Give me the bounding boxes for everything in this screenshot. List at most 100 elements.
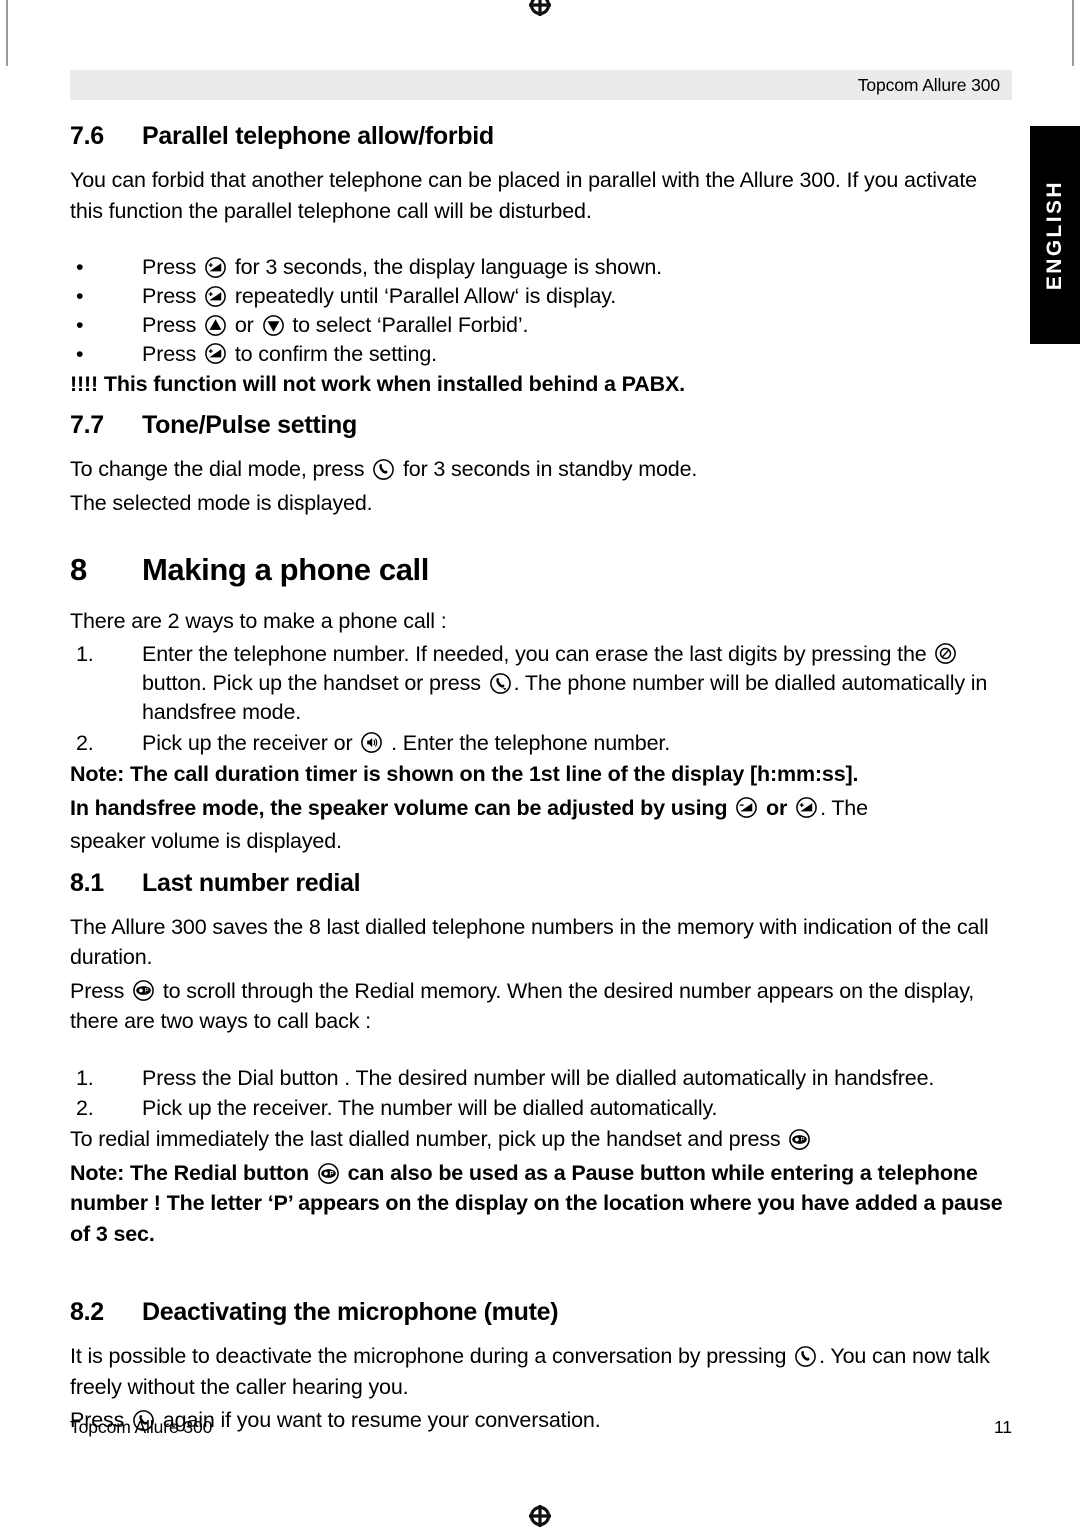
crop-mark-top-right bbox=[1072, 0, 1074, 66]
numbered-list-8-1: 1. Press the Dial button . The desired nu… bbox=[70, 1064, 1012, 1124]
bullet-text-post: to confirm the setting. bbox=[229, 341, 437, 366]
footer-page-number: 11 bbox=[994, 1417, 1012, 1437]
paragraph-8-2-1-pre: It is possible to deactivate the microph… bbox=[70, 1344, 793, 1369]
heading-8-2-number: 8.2 bbox=[70, 1298, 104, 1327]
heading-7-7-title: Tone/Pulse setting bbox=[142, 411, 357, 440]
bullet-text-post: repeatedly until ‘Parallel Allow‘ is dis… bbox=[229, 283, 617, 308]
note-8-line1: Note: The call duration timer is shown o… bbox=[70, 762, 859, 787]
bullet-marker: • bbox=[76, 283, 84, 308]
list-item: • Press or to select ‘Parallel Forbid’. bbox=[70, 311, 1012, 340]
paragraph-8-1-2: Press P to scroll through the Redial mem… bbox=[70, 976, 1012, 1037]
bullet-text-post: for 3 seconds, the display language is s… bbox=[229, 255, 662, 280]
bullet-marker: • bbox=[76, 255, 84, 280]
handset-icon bbox=[794, 1345, 817, 1368]
note-8-1: Note: The Redial button P can also be us… bbox=[70, 1158, 1012, 1250]
language-tab-label: ENGLISH bbox=[1043, 179, 1066, 291]
list-marker: 1. bbox=[76, 1065, 94, 1090]
heading-8: 8 Making a phone call bbox=[70, 552, 1012, 588]
paragraph-8-intro: There are 2 ways to make a phone call : bbox=[70, 609, 447, 634]
heading-8-2-title: Deactivating the microphone (mute) bbox=[142, 1298, 559, 1327]
list-marker: 1. bbox=[76, 641, 94, 666]
paragraph-8-1-1: The Allure 300 saves the 8 last dialled … bbox=[70, 914, 989, 970]
heading-8-1-number: 8.1 bbox=[70, 868, 104, 897]
bullet-text-pre: Press bbox=[142, 341, 203, 366]
heading-7-6: 7.6 Parallel telephone allow/forbid bbox=[70, 122, 1012, 151]
note-8-line3: speaker volume is displayed. bbox=[70, 829, 342, 854]
arrow-down-icon bbox=[262, 314, 285, 337]
erase-icon bbox=[934, 642, 957, 665]
bullet-text-pre: Press bbox=[142, 255, 203, 280]
bullet-marker: • bbox=[76, 312, 84, 337]
list-text-part2: . Enter the telephone number. bbox=[385, 730, 671, 755]
crop-mark-top-left bbox=[6, 0, 8, 66]
paragraph-7-6-intro: You can forbid that another telephone ca… bbox=[70, 168, 977, 223]
numbered-list-8: 1. Enter the telephone number. If needed,… bbox=[70, 640, 1012, 758]
paragraph-8-1-3: To redial immediately the last dialled n… bbox=[70, 1124, 1012, 1155]
note-8-line2-mid: or bbox=[760, 795, 794, 820]
volume-down-icon bbox=[735, 796, 758, 819]
volume-up-icon bbox=[204, 285, 227, 308]
bullet-text-pre: Press bbox=[142, 283, 203, 308]
heading-7-6-title: Parallel telephone allow/forbid bbox=[142, 122, 494, 150]
list-text: Press the Dial button . The desired numb… bbox=[142, 1065, 935, 1090]
heading-7-7-number: 7.7 bbox=[70, 411, 104, 440]
page-content: 7.6 Parallel telephone allow/forbid You … bbox=[70, 110, 1012, 1439]
list-text: Pick up the receiver. The number will be… bbox=[142, 1096, 718, 1121]
bullet-text-post: to select ‘Parallel Forbid’. bbox=[286, 312, 529, 337]
bullet-text-pre: Press bbox=[142, 312, 203, 337]
language-tab: ENGLISH bbox=[1030, 126, 1080, 344]
bullet-text-mid: or bbox=[229, 312, 260, 337]
volume-up-icon bbox=[795, 796, 818, 819]
paragraph-7-7-line1: To change the dial mode, press for 3 sec… bbox=[70, 454, 1012, 485]
header-title: Topcom Allure 300 bbox=[857, 75, 1000, 95]
paragraph-8-1-3-pre: To redial immediately the last dialled n… bbox=[70, 1127, 787, 1152]
list-item: 2. Pick up the receiver. The number will … bbox=[70, 1094, 1012, 1123]
paragraph-8-2-1: It is possible to deactivate the microph… bbox=[70, 1341, 1012, 1402]
heading-8-2: 8.2 Deactivating the microphone (mute) bbox=[70, 1298, 1012, 1327]
svg-text:P: P bbox=[329, 1170, 333, 1177]
page-header-band: Topcom Allure 300 bbox=[70, 70, 1012, 100]
volume-up-icon bbox=[204, 256, 227, 279]
heading-8-number: 8 bbox=[70, 552, 87, 588]
redial-icon: P bbox=[132, 979, 155, 1002]
svg-text:P: P bbox=[145, 988, 149, 995]
paragraph-8-1-2-post: to scroll through the Redial memory. Whe… bbox=[70, 978, 975, 1034]
paragraph-7-7-pre: To change the dial mode, press bbox=[70, 457, 371, 482]
list-item: 1. Enter the telephone number. If needed,… bbox=[70, 640, 1012, 728]
note-8-line2: In handsfree mode, the speaker volume ca… bbox=[70, 793, 1012, 824]
note-8-1-pre: Note: The Redial button bbox=[70, 1160, 315, 1185]
handsfree-icon bbox=[489, 672, 512, 695]
page-footer: Topcom Allure 300 11 bbox=[70, 1417, 1012, 1438]
bullet-marker: • bbox=[76, 341, 84, 366]
list-item: • Press to confirm the setting. bbox=[70, 340, 1012, 369]
list-text-part1: Pick up the receiver or bbox=[142, 730, 359, 755]
list-item: • Press repeatedly until ‘Parallel Allow‘… bbox=[70, 282, 1012, 311]
redial-icon: P bbox=[788, 1128, 811, 1151]
list-text-part1: Enter the telephone number. If needed, y… bbox=[142, 641, 933, 666]
heading-7-6-number: 7.6 bbox=[70, 122, 104, 150]
heading-8-1: 8.1 Last number redial bbox=[70, 869, 1012, 898]
svg-text:P: P bbox=[801, 1137, 805, 1144]
registration-mark-top bbox=[527, 0, 553, 18]
handset-icon bbox=[372, 458, 395, 481]
paragraph-8-1-2-pre: Press bbox=[70, 978, 131, 1003]
volume-up-icon bbox=[204, 342, 227, 365]
footer-product-name: Topcom Allure 300 bbox=[70, 1417, 213, 1437]
note-8-line2-post: . The bbox=[820, 795, 868, 820]
bullet-list-7-6: • Press for 3 seconds, the display langua… bbox=[70, 253, 1012, 369]
list-marker: 2. bbox=[76, 730, 94, 755]
warning-7-6: !!!! This function will not work when in… bbox=[70, 371, 685, 396]
heading-8-title: Making a phone call bbox=[142, 552, 429, 588]
redial-icon: P bbox=[317, 1162, 340, 1185]
paragraph-7-7-post: for 3 seconds in standby mode. bbox=[397, 457, 698, 482]
list-item: 1. Press the Dial button . The desired nu… bbox=[70, 1064, 1012, 1093]
registration-mark-bottom bbox=[527, 1503, 553, 1529]
list-marker: 2. bbox=[76, 1096, 94, 1121]
arrow-up-icon bbox=[204, 314, 227, 337]
paragraph-7-7-line2: The selected mode is displayed. bbox=[70, 490, 373, 515]
heading-8-1-title: Last number redial bbox=[142, 868, 361, 897]
list-item: 2. Pick up the receiver or . Enter the te… bbox=[70, 729, 1012, 758]
list-text-part2: button. Pick up the handset or press bbox=[142, 671, 487, 696]
speaker-icon bbox=[360, 731, 383, 754]
note-8-line2-pre: In handsfree mode, the speaker volume ca… bbox=[70, 795, 734, 820]
